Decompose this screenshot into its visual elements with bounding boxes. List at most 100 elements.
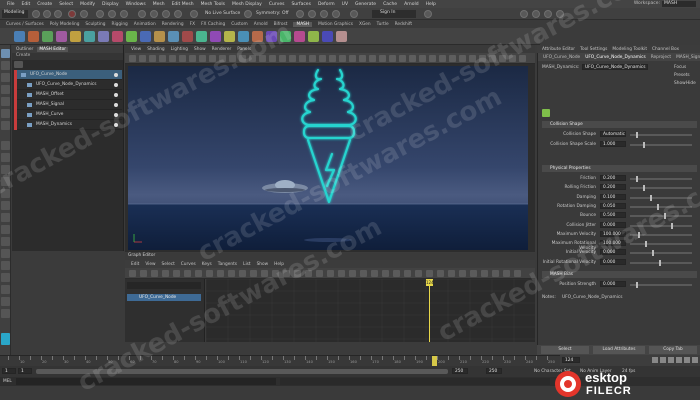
shelf-tab-curves-surfaces[interactable]: Curves / Surfaces [6, 22, 44, 27]
playback-end-field[interactable]: 250 [452, 368, 468, 374]
graph-tool-icon[interactable] [272, 270, 279, 277]
mash-node-row[interactable]: UFO_Curve_Node_Dynamics [14, 80, 122, 90]
attr-value-field[interactable]: 0.500 [600, 212, 626, 219]
visibility-toggle-icon[interactable] [114, 103, 118, 107]
play-forward-icon[interactable] [676, 357, 682, 363]
select-tool-icon[interactable] [1, 49, 10, 58]
symmetry-icon[interactable] [244, 10, 252, 18]
graph-menu-edit[interactable]: Edit [131, 262, 139, 267]
shelf-tool-icon[interactable] [196, 31, 207, 42]
ae-tab-attribute-editor[interactable]: Attribute Editor [542, 47, 575, 52]
shelf-tab-redshift[interactable]: Redshift [395, 22, 412, 27]
graph-editor-node-row[interactable]: UFO_Curve_Node [127, 294, 201, 301]
viewport-tool-icon[interactable] [479, 55, 486, 62]
viewport-tool-icon[interactable] [129, 55, 136, 62]
snap-view-icon[interactable] [174, 10, 182, 18]
attr-value-field[interactable]: 100.000 [600, 240, 626, 247]
graph-tool-icon[interactable] [283, 270, 290, 277]
shelf-tool-icon[interactable] [126, 31, 137, 42]
attr-slider[interactable] [630, 176, 692, 182]
menu-uv[interactable]: UV [342, 2, 348, 7]
graph-tool-icon[interactable] [415, 270, 422, 277]
slider-knob[interactable] [650, 194, 652, 201]
tab-outliner[interactable]: Outliner [16, 47, 33, 52]
graph-menu-help[interactable]: Help [274, 262, 284, 267]
viewport-tool-icon[interactable] [329, 55, 336, 62]
slider-knob[interactable] [636, 176, 638, 182]
select-component-icon[interactable] [120, 10, 128, 18]
render-view-layout-icon[interactable] [1, 249, 10, 258]
viewport-tool-icon[interactable] [409, 55, 416, 62]
graph-tool-icon[interactable] [338, 270, 345, 277]
playback-start-field[interactable]: 1 [18, 368, 32, 374]
shelf-tool-icon[interactable] [322, 31, 333, 42]
shelf-tab-rigging[interactable]: Rigging [112, 22, 128, 27]
menu-windows[interactable]: Windows [126, 2, 146, 7]
menu-set-dropdown[interactable]: Modeling [2, 10, 28, 18]
render-icon[interactable] [296, 10, 304, 18]
paint-select-tool-icon[interactable] [1, 73, 10, 82]
graph-tool-icon[interactable] [316, 270, 323, 277]
attr-value-field[interactable]: 0.200 [600, 175, 626, 181]
viewport-tool-icon[interactable] [439, 55, 446, 62]
viewport-3d[interactable] [128, 66, 528, 250]
menu-mesh-display[interactable]: Mesh Display [232, 2, 262, 7]
attr-slider[interactable] [630, 203, 692, 210]
viewport-tool-icon[interactable] [179, 55, 186, 62]
save-scene-icon[interactable] [54, 10, 62, 18]
menu-deform[interactable]: Deform [318, 2, 335, 7]
toggle-tool-settings-icon[interactable] [544, 10, 552, 18]
attr-slider[interactable] [630, 132, 692, 138]
visibility-toggle-icon[interactable] [114, 73, 118, 77]
graph-tool-icon[interactable] [448, 270, 455, 277]
menu-arnold[interactable]: Arnold [404, 2, 419, 7]
time-slider[interactable]: 10 20 30 40 50 60 70 80 90 100 110 120 130 140 150 160 1… [0, 355, 560, 367]
snap-point-icon[interactable] [162, 10, 170, 18]
open-scene-icon[interactable] [43, 10, 51, 18]
viewport-tool-icon[interactable] [339, 55, 346, 62]
menu-curves[interactable]: Curves [269, 2, 285, 7]
slider-knob[interactable] [643, 142, 645, 148]
slider-knob[interactable] [636, 282, 638, 288]
graph-tool-icon[interactable] [173, 270, 180, 277]
viewport-menu-renderer[interactable]: Renderer [212, 47, 232, 52]
load-attributes-button[interactable]: Load Attributes [593, 346, 645, 354]
graph-editor-layout-icon[interactable] [1, 201, 10, 210]
snap-grid-icon[interactable] [138, 10, 146, 18]
graph-tool-icon[interactable] [393, 270, 400, 277]
node-tab[interactable]: UFO_Curve_Node_Dynamics [585, 55, 646, 60]
node-name-field[interactable]: UFO_Curve_Node_Dynamics [582, 64, 648, 70]
graph-tool-icon[interactable] [327, 270, 334, 277]
undo-icon[interactable] [68, 10, 76, 18]
slider-knob[interactable] [652, 250, 654, 257]
graph-tool-icon[interactable] [349, 270, 356, 277]
menu-edit-mesh[interactable]: Edit Mesh [172, 2, 194, 7]
toggle-attribute-editor-icon[interactable] [532, 10, 540, 18]
graph-tool-icon[interactable] [360, 270, 367, 277]
script-editor-layout-icon[interactable] [1, 261, 10, 270]
graph-tool-icon[interactable] [437, 270, 444, 277]
visibility-toggle-icon[interactable] [114, 123, 118, 127]
copy-tab-button[interactable]: Copy Tab [649, 346, 697, 354]
graph-menu-curves[interactable]: Curves [181, 262, 196, 267]
mash-node-row[interactable]: MASH_Signal [14, 100, 122, 110]
slider-knob[interactable] [643, 185, 645, 192]
snap-curve-icon[interactable] [150, 10, 158, 18]
viewport-menu-panels[interactable]: Panels [237, 47, 251, 52]
graph-tool-icon[interactable] [184, 270, 191, 277]
shelf-tab-animation[interactable]: Animation [134, 22, 156, 27]
shelf-tab-bifrost[interactable]: Bifrost [274, 22, 288, 27]
attr-slider[interactable] [630, 222, 692, 229]
shelf-tool-icon[interactable] [280, 31, 291, 42]
graph-menu-keys[interactable]: Keys [202, 262, 212, 267]
menu-select[interactable]: Select [59, 2, 73, 7]
viewport-tool-icon[interactable] [209, 55, 216, 62]
graph-tool-icon[interactable] [470, 270, 477, 277]
show-button[interactable]: Show [674, 81, 686, 86]
mash-node-row[interactable]: MASH_Offset [14, 90, 122, 100]
go-to-end-icon[interactable] [692, 357, 698, 363]
attr-slider[interactable] [630, 142, 692, 148]
attr-slider[interactable] [630, 259, 692, 266]
mash-node-row[interactable]: MASH_Dynamics [14, 120, 122, 130]
component-editor-layout-icon[interactable] [1, 309, 10, 318]
